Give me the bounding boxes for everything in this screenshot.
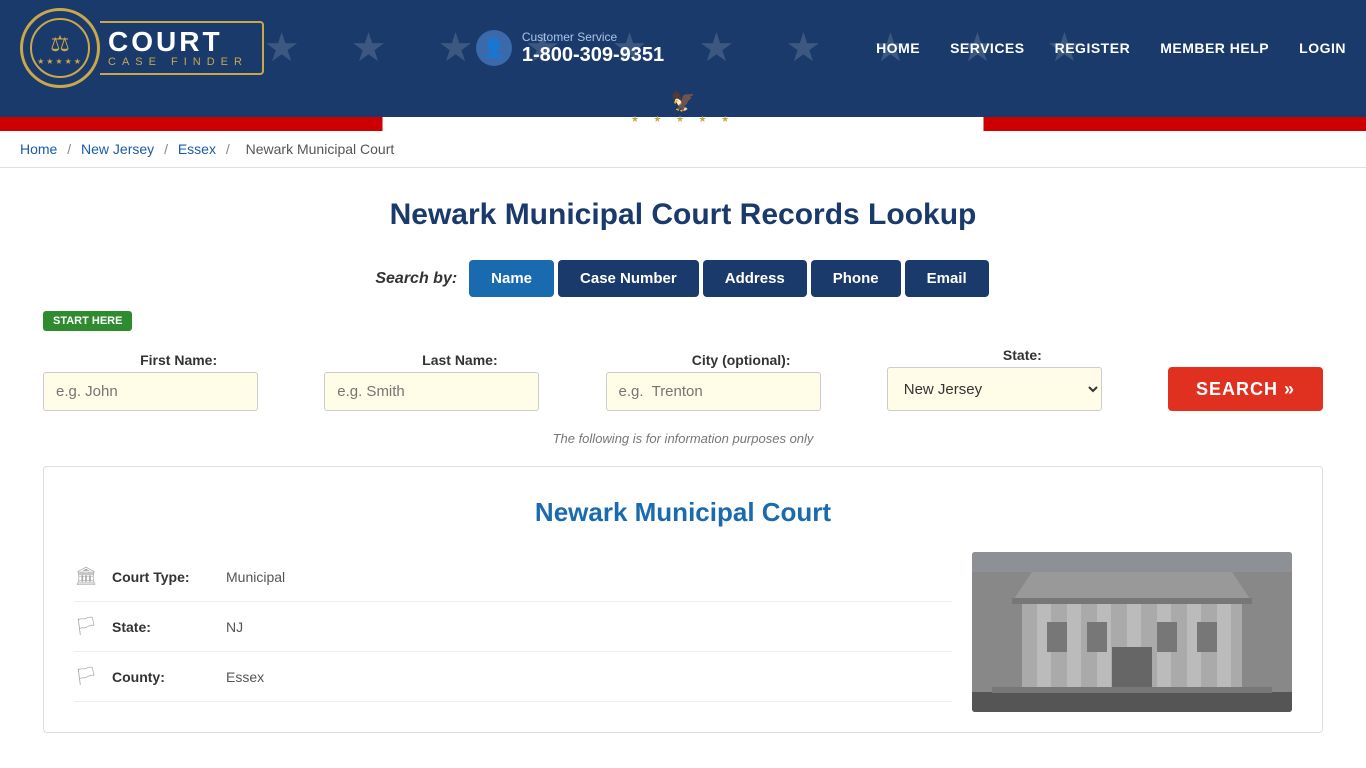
breadcrumb-current: Newark Municipal Court (246, 141, 395, 157)
main-content: Newark Municipal Court Records Lookup Se… (23, 168, 1343, 753)
logo-scale-icon: ⚖ (50, 31, 70, 57)
search-section: Search by: Name Case Number Address Phon… (43, 260, 1323, 411)
tab-name[interactable]: Name (469, 260, 554, 297)
first-name-input[interactable] (43, 372, 258, 411)
city-group: City (optional): (606, 352, 877, 411)
main-nav: HOME SERVICES REGISTER MEMBER HELP LOGIN (876, 40, 1346, 56)
court-detail-state: 🏳 State: NJ (74, 602, 952, 652)
info-note: The following is for information purpose… (43, 431, 1323, 446)
eagle-icon: 🦅 (671, 89, 696, 114)
tab-address[interactable]: Address (703, 260, 807, 297)
logo-stars: ★★★★★ (37, 57, 83, 66)
court-card-title: Newark Municipal Court (74, 497, 1292, 528)
state-flag-icon: 🏳 (74, 616, 98, 637)
court-county-label: County: (112, 669, 212, 685)
court-detail-county: 🏳 County: Essex (74, 652, 952, 702)
court-type-label: Court Type: (112, 569, 212, 585)
start-here-badge: START HERE (43, 311, 132, 331)
state-select[interactable]: New Jersey New York Pennsylvania Connect… (887, 367, 1102, 411)
search-by-label: Search by: (375, 270, 457, 288)
search-by-row: Search by: Name Case Number Address Phon… (43, 260, 1323, 297)
nav-member-help[interactable]: MEMBER HELP (1160, 40, 1269, 56)
phone-icon: 👤 (476, 30, 512, 66)
cs-info: Customer Service 1-800-309-9351 (522, 30, 664, 67)
court-state-label: State: (112, 619, 212, 635)
breadcrumb-county[interactable]: Essex (178, 141, 216, 157)
last-name-input[interactable] (324, 372, 539, 411)
court-card: Newark Municipal Court 🏛 Court Type: Mun… (43, 466, 1323, 733)
search-form: First Name: Last Name: City (optional): … (43, 347, 1323, 411)
breadcrumb-sep-1: / (67, 141, 75, 157)
customer-service: 👤 Customer Service 1-800-309-9351 (476, 30, 664, 67)
start-here-container: START HERE (43, 311, 1323, 339)
court-type-icon: 🏛 (74, 566, 98, 587)
logo-circle-inner: ⚖ ★★★★★ (30, 18, 90, 78)
eagle-banner: 🦅 ★ ★ ★ ★ ★ (0, 96, 1366, 131)
breadcrumb: Home / New Jersey / Essex / Newark Munic… (0, 131, 1366, 168)
logo-circle: ⚖ ★★★★★ (20, 8, 100, 88)
search-button[interactable]: SEARCH » (1168, 367, 1323, 411)
breadcrumb-home[interactable]: Home (20, 141, 57, 157)
city-input[interactable] (606, 372, 821, 411)
nav-login[interactable]: LOGIN (1299, 40, 1346, 56)
tab-email[interactable]: Email (905, 260, 989, 297)
eagle-stars: ★ ★ ★ ★ ★ (631, 114, 735, 125)
logo-court-text: COURT (108, 28, 248, 56)
court-building-svg (972, 552, 1292, 712)
breadcrumb-sep-2: / (164, 141, 172, 157)
first-name-label: First Name: (43, 352, 314, 368)
court-image (972, 552, 1292, 712)
first-name-group: First Name: (43, 352, 314, 411)
eagle-center: 🦅 ★ ★ ★ ★ ★ (631, 89, 735, 125)
city-label: City (optional): (606, 352, 877, 368)
breadcrumb-state[interactable]: New Jersey (81, 141, 154, 157)
cs-label: Customer Service (522, 30, 664, 44)
court-state-value: NJ (226, 619, 243, 635)
nav-register[interactable]: REGISTER (1055, 40, 1131, 56)
tab-case-number[interactable]: Case Number (558, 260, 699, 297)
state-group: State: New Jersey New York Pennsylvania … (887, 347, 1158, 411)
logo-text-area: COURT CASE FINDER (100, 21, 264, 75)
breadcrumb-sep-3: / (226, 141, 234, 157)
logo-area: ⚖ ★★★★★ COURT CASE FINDER (20, 8, 264, 88)
nav-services[interactable]: SERVICES (950, 40, 1025, 56)
tab-phone[interactable]: Phone (811, 260, 901, 297)
state-label: State: (887, 347, 1158, 363)
nav-home[interactable]: HOME (876, 40, 920, 56)
county-flag-icon: 🏳 (74, 666, 98, 687)
site-header: ★ ★ ★ ★ ★ ★ ★ ★ ★ ★ ⚖ ★★★★★ COURT CASE F… (0, 0, 1366, 96)
court-card-body: 🏛 Court Type: Municipal 🏳 State: NJ 🏳 Co… (74, 552, 1292, 712)
last-name-label: Last Name: (324, 352, 595, 368)
last-name-group: Last Name: (324, 352, 595, 411)
court-details: 🏛 Court Type: Municipal 🏳 State: NJ 🏳 Co… (74, 552, 952, 712)
court-county-value: Essex (226, 669, 264, 685)
court-detail-type: 🏛 Court Type: Municipal (74, 552, 952, 602)
cs-phone: 1-800-309-9351 (522, 44, 664, 67)
court-type-value: Municipal (226, 569, 285, 585)
logo-finder-text: CASE FINDER (108, 56, 248, 68)
page-title: Newark Municipal Court Records Lookup (43, 198, 1323, 232)
